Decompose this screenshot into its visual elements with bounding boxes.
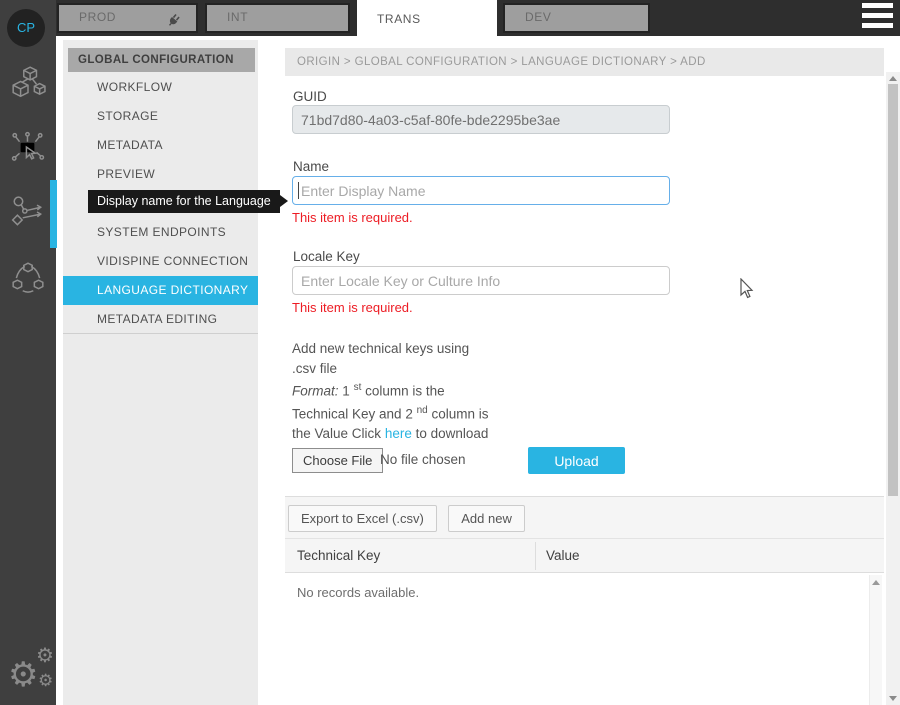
nav-item-vidispine-connection[interactable]: VIDISPINE CONNECTION: [63, 247, 258, 276]
tooltip: Display name for the Language: [88, 190, 280, 213]
active-indicator: [50, 180, 57, 248]
nav-item-metadata-editing[interactable]: METADATA EDITING: [63, 305, 258, 334]
column-header-value[interactable]: Value: [546, 539, 580, 572]
guid-field: [292, 105, 670, 134]
locale-key-error: This item is required.: [292, 300, 413, 315]
guid-label: GUID: [293, 89, 327, 104]
csv-sup: nd: [417, 405, 428, 416]
name-error: This item is required.: [292, 210, 413, 225]
tab-trans[interactable]: TRANS: [357, 0, 497, 39]
upload-button[interactable]: Upload: [528, 447, 625, 474]
nav-item-storage[interactable]: STORAGE: [63, 102, 258, 131]
csv-sup: st: [354, 382, 362, 393]
tab-trans-label: TRANS: [377, 12, 421, 26]
nav-item-preview[interactable]: PREVIEW: [63, 160, 258, 189]
tooltip-text: Display name for the Language: [97, 194, 271, 208]
csv-format-label: Format:: [292, 384, 339, 399]
tab-dev[interactable]: DEV: [503, 3, 650, 33]
locale-key-field[interactable]: [292, 266, 670, 295]
tab-prod-label: PROD: [79, 10, 116, 24]
gear-icon: ⚙: [38, 672, 53, 689]
scroll-up-icon[interactable]: [872, 580, 880, 585]
tab-int-label: INT: [227, 10, 248, 24]
empty-records-text: No records available.: [297, 585, 419, 600]
scrollbar-thumb[interactable]: [888, 84, 898, 496]
breadcrumb: ORIGIN > GLOBAL CONFIGURATION > LANGUAGE…: [285, 48, 884, 76]
cluster-icon[interactable]: [10, 259, 46, 295]
avatar-initials: CP: [17, 20, 35, 35]
name-field[interactable]: [292, 176, 670, 205]
download-sample-link[interactable]: here: [385, 426, 412, 441]
nav-item-system-endpoints[interactable]: SYSTEM ENDPOINTS: [63, 218, 258, 247]
tab-prod[interactable]: PROD: [57, 3, 198, 33]
avatar[interactable]: CP: [7, 9, 45, 47]
add-new-button[interactable]: Add new: [448, 505, 525, 532]
csv-help-text: Add new technical keys using .csv file F…: [292, 339, 492, 463]
scroll-down-icon[interactable]: [889, 696, 897, 701]
locale-key-label: Locale Key: [293, 249, 360, 264]
name-label: Name: [293, 159, 329, 174]
nav-header-global-configuration[interactable]: GLOBAL CONFIGURATION: [68, 48, 255, 72]
menu-icon[interactable]: [862, 3, 893, 29]
settings-gears-icon[interactable]: ⚙ ⚙ ⚙: [6, 650, 56, 698]
grid-toolbar: Export to Excel (.csv) Add new: [285, 496, 884, 539]
export-excel-button[interactable]: Export to Excel (.csv): [288, 505, 437, 532]
csv-help-seg: 1: [342, 384, 350, 399]
workflow-routing-icon[interactable]: [10, 194, 46, 230]
nav-item-metadata[interactable]: METADATA: [63, 131, 258, 160]
tab-dev-label: DEV: [525, 10, 551, 24]
tab-int[interactable]: INT: [205, 3, 350, 33]
grid-body: No records available.: [285, 573, 869, 705]
interactive-network-icon[interactable]: [10, 129, 46, 165]
plug-icon: [166, 12, 182, 28]
tooltip-arrow-icon: [280, 195, 288, 207]
text-caret: [298, 182, 299, 199]
nav-item-workflow[interactable]: WORKFLOW: [63, 73, 258, 102]
choose-file-button[interactable]: Choose File: [292, 448, 383, 473]
csv-help-intro: Add new technical keys using .csv file: [292, 341, 469, 376]
sidebar: CP ⚙ ⚙ ⚙: [0, 0, 56, 705]
gear-icon: ⚙: [8, 658, 38, 692]
grid-header-row: Technical Key Value: [285, 539, 884, 573]
assets-cubes-icon[interactable]: [10, 64, 46, 100]
main-scrollbar[interactable]: [886, 72, 900, 705]
no-file-chosen-text: No file chosen: [380, 452, 466, 467]
grid-scrollbar[interactable]: [869, 575, 882, 705]
column-divider: [535, 542, 536, 570]
mouse-cursor: [738, 278, 754, 300]
config-nav: GLOBAL CONFIGURATION WORKFLOW STORAGE ME…: [63, 40, 258, 705]
scroll-up-icon[interactable]: [889, 76, 897, 81]
nav-item-language-dictionary[interactable]: LANGUAGE DICTIONARY: [63, 276, 258, 305]
topbar: PROD INT TRANS DEV: [0, 0, 900, 36]
column-header-technical-key[interactable]: Technical Key: [297, 539, 380, 572]
gear-icon: ⚙: [36, 646, 54, 666]
